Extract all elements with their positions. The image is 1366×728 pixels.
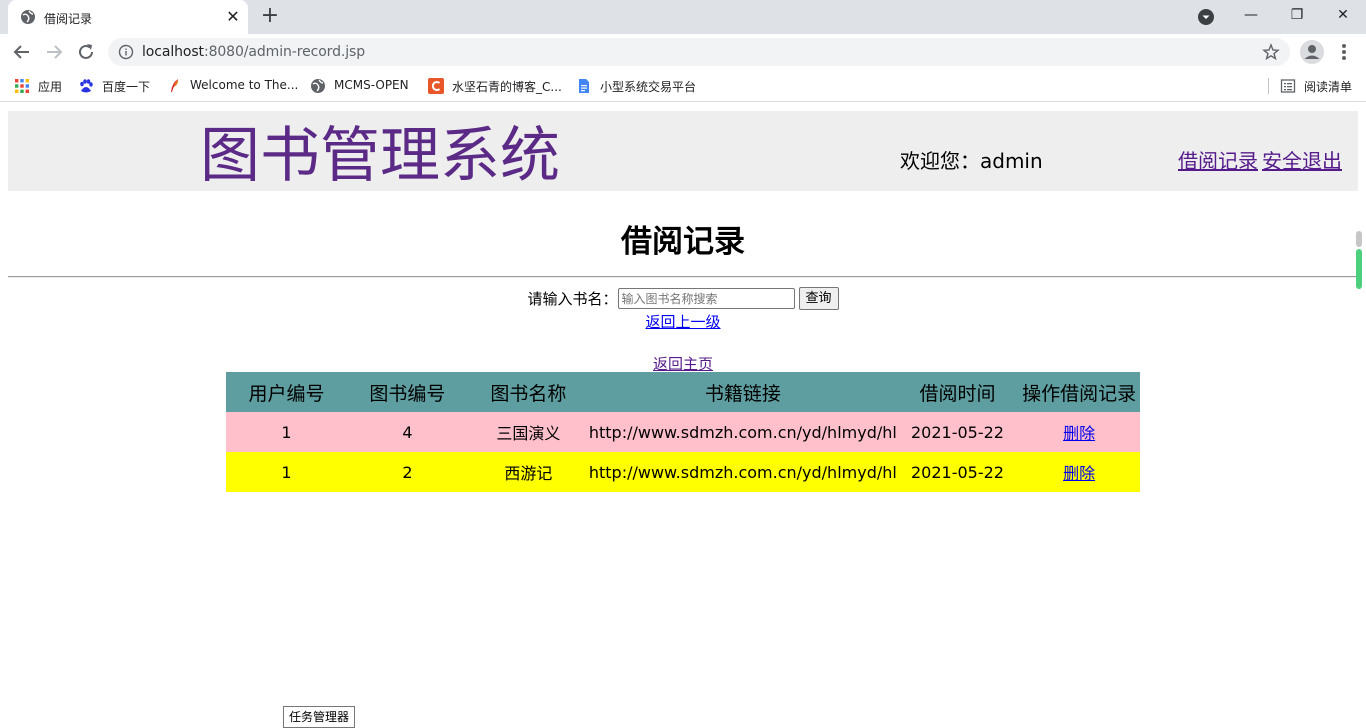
back-home-link[interactable]: 返回主页 — [653, 355, 713, 373]
apps-grid-icon — [15, 79, 29, 93]
book-link-cell: http://www.sdmzh.com.cn/yd/hlmyd/hl — [588, 412, 897, 452]
globe-icon — [311, 79, 325, 93]
user-id-cell: 1 — [226, 412, 347, 452]
task-manager-tooltip: 任务管理器 — [283, 706, 356, 728]
site-header: 图书管理系统 欢迎您：admin 借阅记录 安全退出 — [8, 111, 1358, 191]
browser-menu-icon[interactable] — [1336, 40, 1352, 64]
delete-record-link[interactable]: 删除 — [1063, 464, 1095, 483]
search-form: 请输入书名： 查询 — [0, 287, 1366, 310]
book-name-cell: 三国演义 — [467, 412, 589, 452]
maximize-button[interactable]: ❐ — [1274, 0, 1320, 32]
doc-icon — [579, 79, 589, 93]
column-header: 借阅时间 — [896, 372, 1019, 412]
baidu-paw-icon — [80, 79, 93, 93]
bookmarks-bar: 应用 百度一下 Welcome to The... MCMS-OPEN 水坚石青… — [0, 70, 1366, 102]
back-up-link[interactable]: 返回上一级 — [645, 313, 720, 331]
page-title: 借阅记录 — [621, 224, 745, 260]
minimize-button[interactable]: — — [1228, 0, 1274, 32]
url-text: localhost:8080/admin-record.jsp — [142, 44, 365, 60]
action-cell: 删除 — [1018, 452, 1140, 492]
table-header-row: 用户编号 图书编号 图书名称 书籍链接 借阅时间 操作借阅记录 — [226, 372, 1140, 412]
bookmark-label: MCMS-OPEN — [334, 78, 409, 92]
user-id-cell: 1 — [226, 452, 347, 492]
table-row: 1 2 西游记 http://www.sdmzh.com.cn/yd/hlmyd… — [226, 452, 1140, 492]
delete-record-link[interactable]: 删除 — [1063, 424, 1095, 443]
url-path: :8080/admin-record.jsp — [203, 44, 365, 60]
feather-icon — [171, 79, 179, 92]
reading-list-icon — [1280, 79, 1296, 93]
bookmark-label: 百度一下 — [102, 80, 151, 94]
site-title: 图书管理系统 — [200, 121, 560, 191]
scroll-indicator[interactable] — [1355, 231, 1363, 291]
logout-link[interactable]: 安全退出 — [1262, 149, 1342, 173]
browser-toolbar: localhost:8080/admin-record.jsp — [0, 34, 1366, 70]
search-button[interactable]: 查询 — [798, 287, 839, 310]
globe-icon — [21, 10, 35, 24]
column-header: 图书编号 — [346, 372, 468, 412]
reload-icon[interactable] — [74, 40, 98, 64]
book-search-input[interactable] — [617, 288, 795, 309]
reading-list-label: 阅读清单 — [1304, 80, 1353, 94]
browser-tab-active[interactable]: 借阅记录 ✕ — [8, 0, 248, 34]
bookmark-divider — [1268, 78, 1269, 94]
window-close-button[interactable]: ✕ — [1320, 0, 1366, 32]
borrow-records-link[interactable]: 借阅记录 — [1178, 149, 1258, 173]
welcome-text: 欢迎您：admin — [900, 149, 1043, 173]
browser-tabstrip: 借阅记录 ✕ + — ❐ ✕ — [0, 0, 1366, 34]
bookmark-label: 应用 — [38, 80, 63, 94]
new-tab-button[interactable]: + — [258, 5, 282, 29]
scroll-indicator-top — [1356, 231, 1362, 247]
header-links: 借阅记录 安全退出 — [1178, 145, 1346, 174]
csdn-c-icon — [428, 78, 444, 94]
bookmark-label: Welcome to The... — [190, 78, 299, 92]
bookmark-label: 水坚石青的博客_C... — [452, 80, 562, 94]
borrow-time-cell: 2021-05-22 — [896, 452, 1019, 492]
scroll-indicator-thumb[interactable] — [1356, 249, 1362, 289]
tab-title: 借阅记录 — [44, 12, 93, 26]
tab-close-icon[interactable]: ✕ — [224, 8, 242, 26]
back-home-row: 返回主页 — [0, 353, 1366, 374]
column-header: 图书名称 — [467, 372, 589, 412]
column-header: 操作借阅记录 — [1018, 372, 1140, 412]
divider — [8, 276, 1358, 278]
address-bar[interactable]: localhost:8080/admin-record.jsp — [108, 38, 1290, 66]
book-id-cell: 2 — [346, 452, 468, 492]
profile-avatar-icon[interactable] — [1300, 40, 1324, 64]
book-name-cell: 西游记 — [467, 452, 589, 492]
bookmark-star-icon[interactable] — [1262, 43, 1280, 61]
action-cell: 删除 — [1018, 412, 1140, 452]
column-header: 用户编号 — [226, 372, 347, 412]
info-icon[interactable] — [118, 44, 134, 60]
tab-search-icon[interactable] — [1197, 8, 1215, 26]
borrow-records-table: 用户编号 图书编号 图书名称 书籍链接 借阅时间 操作借阅记录 1 4 三国演义… — [226, 372, 1140, 492]
url-host: localhost — [142, 44, 204, 60]
table-row: 1 4 三国演义 http://www.sdmzh.com.cn/yd/hlmy… — [226, 412, 1140, 452]
search-label: 请输入书名： — [527, 290, 618, 308]
column-header: 书籍链接 — [588, 372, 897, 412]
book-link-cell: http://www.sdmzh.com.cn/yd/hlmyd/hl — [588, 452, 897, 492]
back-arrow-icon[interactable] — [10, 40, 34, 64]
forward-arrow-icon[interactable] — [42, 40, 66, 64]
bookmark-label: 小型系统交易平台 — [600, 80, 697, 94]
borrow-time-cell: 2021-05-22 — [896, 412, 1019, 452]
back-up-row: 返回上一级 — [0, 311, 1366, 332]
book-id-cell: 4 — [346, 412, 468, 452]
